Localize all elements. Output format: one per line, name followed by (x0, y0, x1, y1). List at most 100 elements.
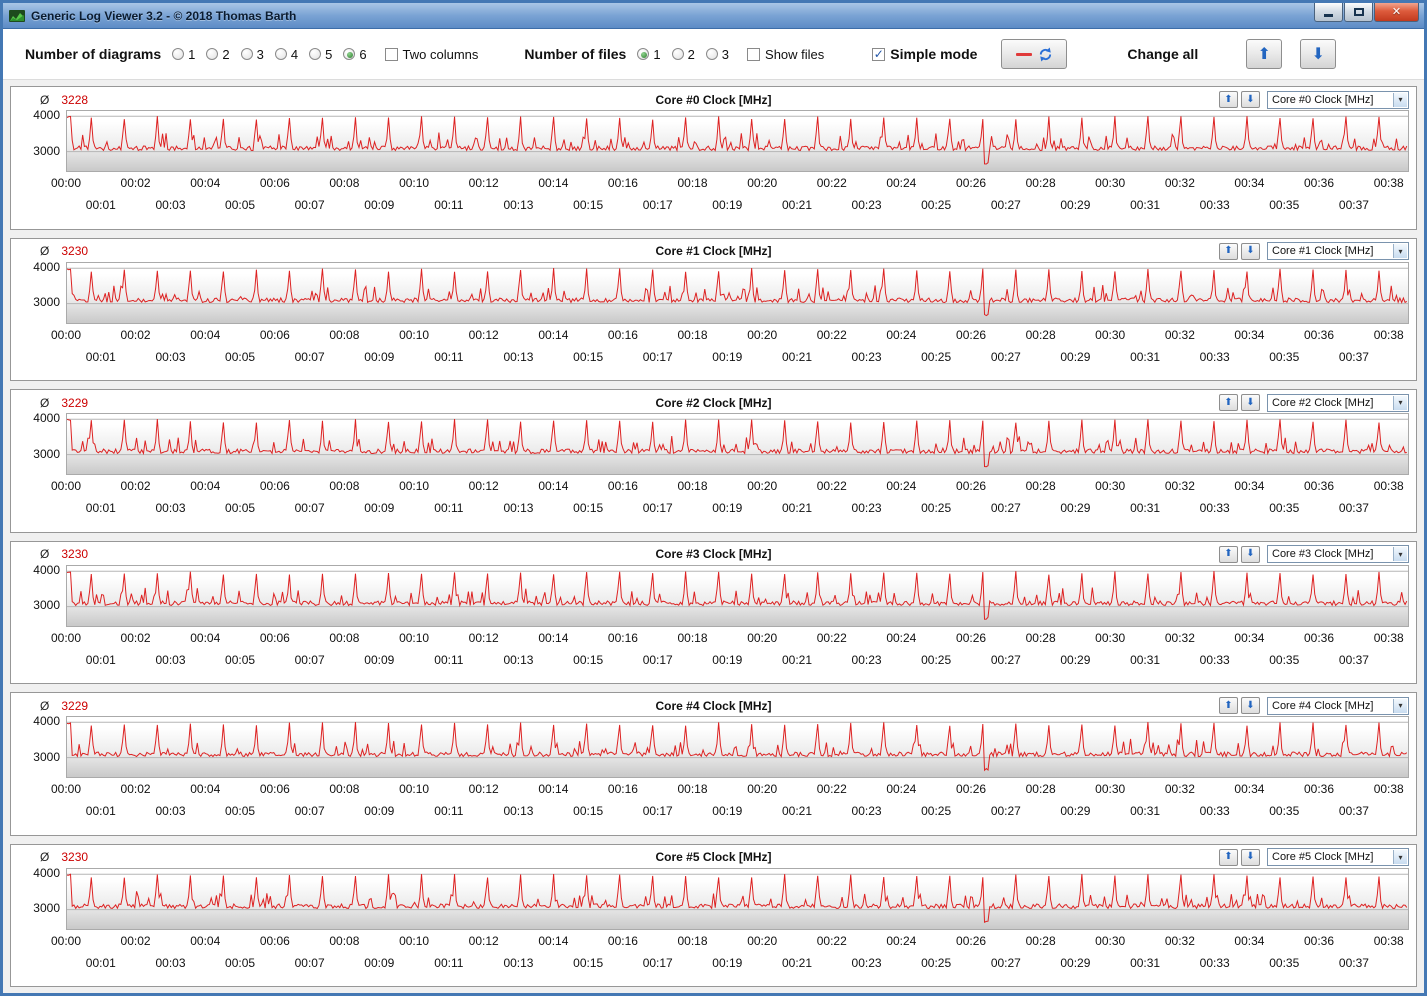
x-tick-label: 00:14 (538, 479, 569, 493)
x-tick-label: 00:11 (434, 955, 464, 970)
move-down-button[interactable]: ⬇ (1241, 242, 1260, 260)
diagrams-radio-4[interactable]: 4 (274, 47, 298, 62)
series-dropdown[interactable]: Core #2 Clock [MHz] ▾ (1267, 393, 1409, 412)
radio-icon[interactable] (343, 48, 356, 60)
minimize-button[interactable] (1314, 3, 1343, 22)
x-tick-label: 00:17 (642, 955, 673, 970)
files-radio-3[interactable]: 3 (705, 47, 729, 62)
x-tick-label: 00:20 (747, 479, 778, 493)
series-dropdown[interactable]: Core #1 Clock [MHz] ▾ (1267, 242, 1409, 260)
diagrams-radio-3[interactable]: 3 (240, 47, 264, 62)
series-dropdown[interactable]: Core #0 Clock [MHz] ▾ (1267, 90, 1409, 109)
x-tick-label: 00:32 (1164, 782, 1195, 796)
radio-icon[interactable] (671, 48, 684, 60)
x-tick-label: 00:06 (259, 933, 290, 948)
y-axis: 4000 3000 (18, 260, 66, 324)
x-tick-label: 00:25 (921, 652, 952, 667)
checkbox-icon[interactable] (384, 47, 398, 61)
diagrams-radio-1[interactable]: 1 (172, 47, 195, 62)
diagrams-radio-2[interactable]: 2 (206, 47, 230, 62)
chart-panel-controls: ⬆ ⬇ Core #5 Clock [MHz] ▾ (1219, 848, 1409, 866)
move-up-button[interactable]: ⬆ (1219, 697, 1238, 714)
diagrams-radio-6[interactable]: 6 (343, 46, 367, 62)
x-tick-label: 00:26 (956, 933, 987, 948)
x-tick-label: 00:01 (85, 804, 116, 818)
series-dropdown[interactable]: Core #5 Clock [MHz] ▾ (1267, 848, 1409, 866)
series-line (67, 268, 1407, 316)
x-tick-label: 00:19 (712, 198, 743, 212)
x-tick-label: 00:17 (642, 198, 673, 212)
number-of-diagrams-label: Number of diagrams (25, 46, 162, 62)
plot-area[interactable] (66, 110, 1409, 172)
x-tick-label: 00:32 (1164, 479, 1195, 493)
move-up-button[interactable]: ⬆ (1219, 242, 1238, 260)
chart-panel-controls: ⬆ ⬇ Core #0 Clock [MHz] ▾ (1219, 90, 1409, 109)
x-tick-label: 00:18 (677, 479, 708, 493)
refresh-button[interactable] (1001, 39, 1068, 69)
move-up-button[interactable]: ⬆ (1219, 848, 1238, 866)
checkbox-icon[interactable] (747, 47, 761, 61)
close-button[interactable]: ✕ (1374, 3, 1419, 22)
plot-area[interactable] (66, 564, 1409, 627)
move-up-button[interactable]: ⬆ (1219, 545, 1238, 563)
chart-body: 4000 3000 (18, 411, 1409, 475)
x-tick-label: 00:13 (503, 955, 534, 970)
move-down-button[interactable]: ⬇ (1241, 545, 1260, 563)
x-tick-label: 00:35 (1269, 501, 1300, 515)
x-tick-label: 00:23 (851, 955, 882, 970)
change-all-down-button[interactable]: ⬇ (1300, 39, 1337, 69)
radio-icon[interactable] (206, 48, 219, 60)
series-dropdown[interactable]: Core #3 Clock [MHz] ▾ (1267, 545, 1409, 563)
y-tick-label: 3000 (33, 749, 60, 764)
move-down-button[interactable]: ⬇ (1241, 697, 1260, 714)
show-files-checkbox[interactable]: Show files (747, 47, 824, 62)
chart-body: 4000 3000 (18, 260, 1409, 324)
radio-icon[interactable] (637, 48, 650, 60)
x-tick-label: 00:34 (1234, 630, 1265, 645)
x-tick-label: 00:27 (990, 804, 1021, 818)
x-tick-label: 00:37 (1338, 652, 1369, 667)
checkbox-icon[interactable]: ✓ (872, 47, 886, 61)
x-tick-label: 00:22 (816, 933, 847, 948)
x-tick-label: 00:16 (607, 782, 638, 796)
average-readout: Ø 3229 (40, 396, 88, 410)
simple-mode-checkbox[interactable]: ✓ Simple mode (872, 46, 977, 62)
move-down-button[interactable]: ⬇ (1241, 394, 1260, 411)
move-down-button[interactable]: ⬇ (1241, 848, 1260, 866)
up-arrow-icon: ⬆ (1224, 699, 1233, 711)
radio-icon[interactable] (309, 48, 322, 60)
x-tick-label: 00:24 (886, 782, 917, 796)
chart-title: Core #3 Clock [MHz] (655, 547, 772, 561)
two-columns-checkbox[interactable]: Two columns (384, 47, 478, 62)
series-dropdown-value: Core #4 Clock [MHz] (1272, 699, 1374, 712)
move-down-button[interactable]: ⬇ (1241, 91, 1260, 108)
x-tick-label: 00:28 (1025, 782, 1056, 796)
y-axis: 4000 3000 (18, 563, 66, 627)
plot-area[interactable] (66, 716, 1409, 778)
series-dropdown[interactable]: Core #4 Clock [MHz] ▾ (1267, 696, 1409, 715)
x-tick-label: 00:03 (155, 955, 186, 970)
change-all-up-button[interactable]: ⬆ (1246, 39, 1283, 69)
chart-panel-controls: ⬆ ⬇ Core #1 Clock [MHz] ▾ (1219, 242, 1409, 260)
radio-label: 6 (359, 46, 367, 62)
move-up-button[interactable]: ⬆ (1219, 394, 1238, 411)
files-radio-1[interactable]: 1 (637, 47, 661, 62)
x-tick-label: 00:28 (1025, 479, 1056, 493)
average-readout: Ø 3230 (40, 244, 88, 258)
radio-icon[interactable] (172, 48, 185, 60)
plot-area[interactable] (66, 261, 1409, 324)
radio-icon[interactable] (705, 48, 718, 60)
plot-area[interactable] (66, 867, 1409, 930)
move-up-button[interactable]: ⬆ (1219, 91, 1238, 108)
diagrams-radio-5[interactable]: 5 (309, 47, 332, 62)
x-tick-label: 00:29 (1060, 804, 1091, 818)
files-radio-2[interactable]: 2 (671, 47, 695, 62)
x-tick-label: 00:32 (1164, 176, 1195, 190)
maximize-button[interactable] (1344, 3, 1373, 22)
series-line (67, 571, 1407, 619)
radio-icon[interactable] (240, 48, 253, 60)
average-symbol: Ø (40, 244, 50, 258)
series-dropdown-value: Core #1 Clock [MHz] (1272, 245, 1374, 257)
radio-icon[interactable] (274, 48, 287, 60)
plot-area[interactable] (66, 413, 1409, 475)
